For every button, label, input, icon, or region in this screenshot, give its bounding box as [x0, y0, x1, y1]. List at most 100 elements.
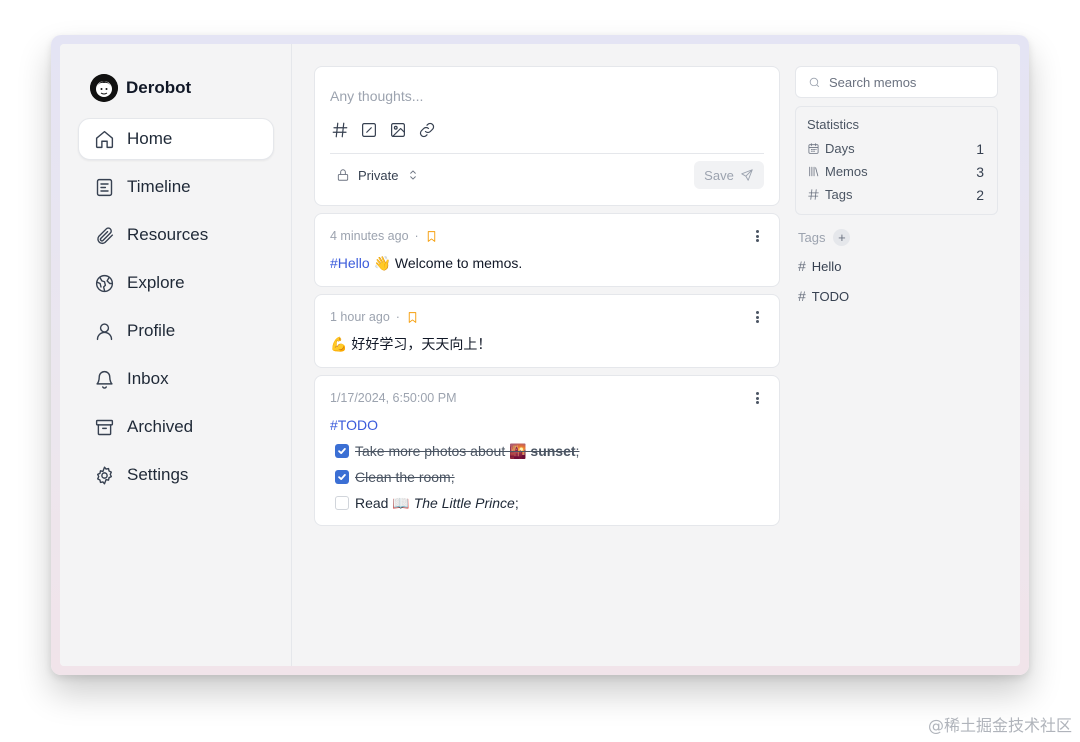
visibility-selector[interactable]: Private	[330, 168, 420, 183]
memo-tag[interactable]: #TODO	[330, 417, 378, 433]
sidebar-item-resources[interactable]: Resources	[78, 214, 274, 256]
stat-label: Tags	[825, 187, 853, 202]
tag-label: TODO	[811, 288, 850, 304]
hash-icon	[808, 189, 819, 200]
task-text: Clean the room;	[355, 469, 455, 485]
tags-header: Tags +	[798, 227, 998, 247]
memo-card: 1 hour ago · 💪 好好学习，天天向上！	[314, 294, 780, 368]
hash-icon: #	[798, 258, 806, 274]
more-options-icon[interactable]	[751, 390, 763, 406]
chevron-up-down-icon	[410, 170, 417, 180]
user-profile[interactable]: Derobot	[90, 74, 191, 102]
tags-section: Tags + # Hello # TODO	[795, 227, 998, 311]
checkbox-icon[interactable]	[359, 121, 378, 140]
task-text: Read 📖 The Little Prince;	[355, 494, 519, 511]
search-input[interactable]: Search memos	[795, 66, 998, 98]
memo-input[interactable]: Any thoughts...	[330, 81, 764, 111]
stat-row-memos: Memos 3	[807, 160, 986, 183]
memo-meta: 4 minutes ago ·	[330, 227, 764, 245]
statistics-panel: Statistics Days 1 Memos 3 Tags 2	[795, 106, 998, 215]
hash-icon[interactable]	[330, 121, 349, 140]
task-text: Take more photos about 🌇 sunset;	[355, 442, 580, 459]
search-placeholder: Search memos	[829, 74, 917, 90]
sidebar-item-inbox[interactable]: Inbox	[78, 358, 274, 400]
gear-icon	[93, 464, 115, 486]
memo-content: #TODO	[330, 415, 764, 435]
add-tag-button[interactable]: +	[833, 228, 851, 246]
task-item: Read 📖 The Little Prince;	[330, 493, 764, 513]
sidebar-item-label: Inbox	[127, 369, 169, 388]
memo-text: 💪 好好学习，天天向上！	[330, 336, 492, 352]
calendar-icon	[808, 143, 819, 154]
tag-item[interactable]: # TODO	[798, 281, 998, 311]
more-options-icon[interactable]	[751, 228, 763, 244]
username: Derobot	[126, 78, 192, 97]
editor-toolbar	[330, 117, 764, 143]
sidebar-item-archived[interactable]: Archived	[78, 406, 274, 448]
task-checkbox[interactable]	[335, 444, 349, 458]
tag-item[interactable]: # Hello	[798, 251, 998, 281]
memo-content: 💪 好好学习，天天向上！	[330, 334, 764, 354]
more-options-icon[interactable]	[751, 309, 763, 325]
user-icon	[93, 320, 115, 342]
task-checkbox[interactable]	[335, 496, 349, 510]
watermark: @稀土掘金技术社区	[927, 716, 1072, 735]
sidebar-item-label: Resources	[127, 225, 209, 244]
visibility-label: Private	[358, 167, 399, 183]
app-window: Derobot Home Timeline Resources Explore …	[60, 44, 1020, 666]
tag-label: Hello	[811, 258, 842, 274]
memo-card: 1/17/2024, 6:50:00 PM #TODO Take more ph…	[314, 375, 780, 526]
stat-label: Memos	[825, 164, 868, 179]
check-icon	[338, 474, 346, 480]
stat-row-tags: Tags 2	[807, 183, 986, 206]
sidebar-item-label: Timeline	[127, 177, 191, 196]
stat-label: Days	[825, 141, 855, 156]
paperclip-icon	[93, 224, 115, 246]
timeline-icon	[93, 176, 115, 198]
sidebar: Derobot Home Timeline Resources Explore …	[60, 44, 292, 666]
save-label: Save	[704, 167, 734, 183]
sidebar-item-label: Archived	[127, 417, 194, 436]
memo-content: #Hello 👋 Welcome to memos.	[330, 253, 764, 273]
editor-footer: Private Save	[330, 154, 764, 196]
archive-icon	[93, 416, 115, 438]
task-item: Take more photos about 🌇 sunset;	[330, 441, 764, 461]
image-icon[interactable]	[388, 121, 407, 140]
sidebar-nav: Home Timeline Resources Explore Profile …	[78, 118, 274, 502]
memo-feed: Any thoughts... Private Save 4 minutes a…	[314, 66, 780, 533]
stat-row-days: Days 1	[807, 137, 986, 160]
sidebar-item-profile[interactable]: Profile	[78, 310, 274, 352]
tags-title: Tags	[798, 229, 826, 245]
memo-tag[interactable]: #Hello	[330, 255, 370, 271]
bookmark-icon[interactable]	[406, 311, 419, 324]
save-button[interactable]: Save	[694, 161, 764, 189]
memo-time: 1/17/2024, 6:50:00 PM	[330, 391, 457, 405]
memo-time: 1 hour ago	[330, 310, 390, 324]
sidebar-item-label: Profile	[127, 321, 176, 340]
sidebar-item-explore[interactable]: Explore	[78, 262, 274, 304]
check-icon	[338, 448, 346, 454]
sidebar-item-timeline[interactable]: Timeline	[78, 166, 274, 208]
globe-icon	[93, 272, 115, 294]
bookmark-icon[interactable]	[425, 230, 438, 243]
bell-icon	[93, 368, 115, 390]
memo-meta: 1 hour ago ·	[330, 308, 764, 326]
sidebar-item-label: Home	[127, 129, 173, 148]
task-checkbox[interactable]	[335, 470, 349, 484]
home-icon	[93, 128, 115, 150]
memo-meta: 1/17/2024, 6:50:00 PM	[330, 389, 764, 407]
sidebar-item-label: Explore	[127, 273, 185, 292]
library-icon	[809, 166, 819, 177]
avatar[interactable]	[90, 74, 118, 102]
statistics-title: Statistics	[807, 117, 860, 132]
separator-dot: ·	[395, 310, 400, 324]
sidebar-item-label: Settings	[127, 465, 189, 484]
search-icon	[809, 77, 820, 87]
link-icon[interactable]	[417, 121, 436, 140]
sidebar-item-settings[interactable]: Settings	[78, 454, 274, 496]
stat-value: 3	[976, 163, 984, 180]
sidebar-item-home[interactable]: Home	[78, 118, 274, 160]
stat-value: 2	[976, 186, 984, 203]
right-panel: Search memos Statistics Days 1 Memos 3 T…	[795, 66, 998, 311]
send-icon	[741, 169, 753, 181]
